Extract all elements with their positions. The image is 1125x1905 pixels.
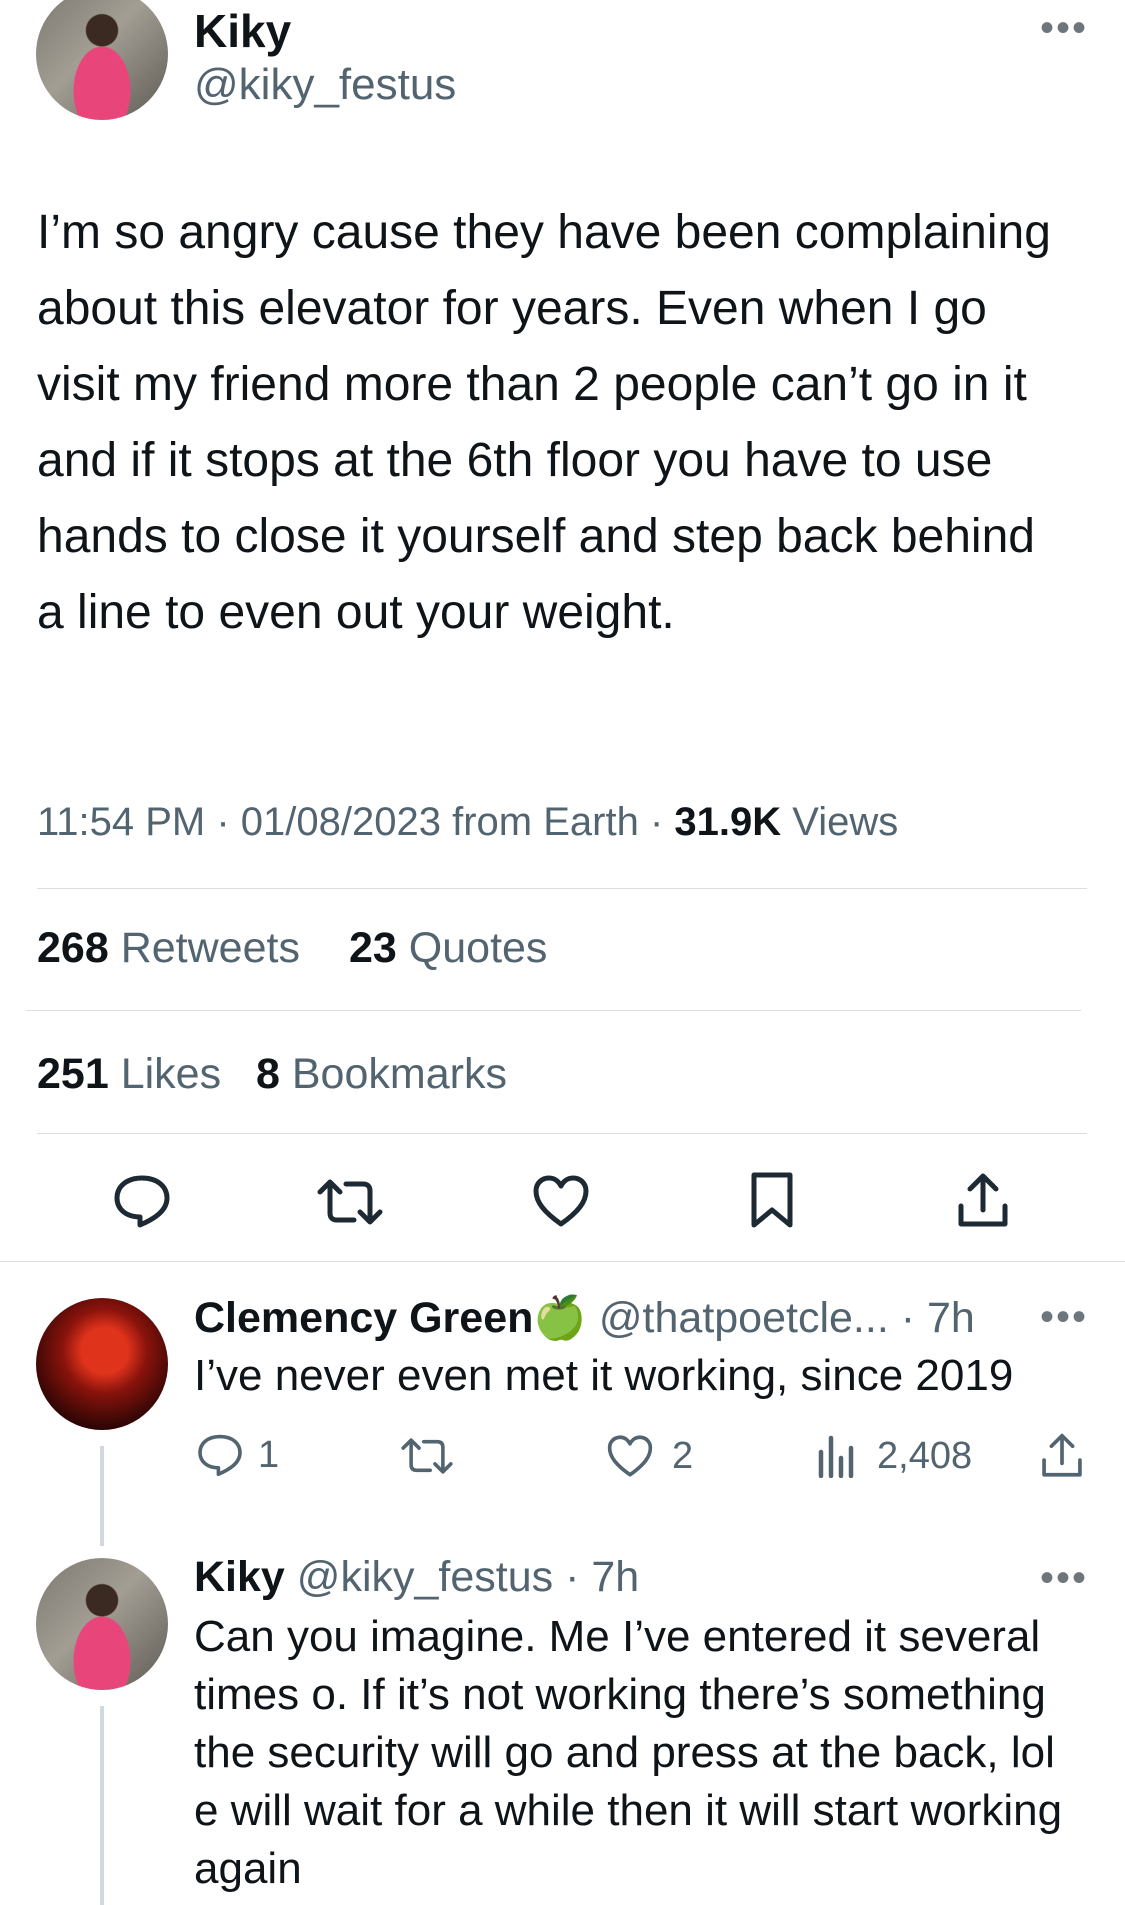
bookmarks-label: Bookmarks xyxy=(291,1050,507,1098)
reply-icon[interactable] xyxy=(112,1173,172,1229)
reply-time[interactable]: · 7h xyxy=(901,1294,975,1342)
verified-badge-icon: 🍏 xyxy=(533,1294,587,1342)
reply-text: Can you imagine. Me I’ve entered it seve… xyxy=(194,1612,1063,1893)
likes-label: Likes xyxy=(120,1050,222,1098)
tweet-date[interactable]: 01/08/2023 xyxy=(241,800,441,844)
tweet-meta: 11:54 PM · 01/08/2023 from Earth · 31.9K… xyxy=(37,800,899,844)
retweet-icon xyxy=(401,1438,453,1474)
divider xyxy=(37,888,1087,889)
reply-action-retweet[interactable] xyxy=(400,1436,454,1476)
divider xyxy=(37,1133,1087,1134)
reply-time[interactable]: · 7h xyxy=(565,1553,639,1601)
reply-author-name[interactable]: Clemency Green xyxy=(194,1294,533,1342)
bookmark-icon[interactable] xyxy=(749,1170,795,1230)
retweets-count: 268 xyxy=(37,924,109,972)
retweets-label: Retweets xyxy=(120,924,300,972)
reply-author-handle[interactable]: @thatpoetcle... xyxy=(599,1294,889,1342)
quotes-label: Quotes xyxy=(408,924,548,972)
views-label: Views xyxy=(792,800,899,844)
author-avatar[interactable] xyxy=(36,0,168,120)
thread-line xyxy=(100,1446,104,1546)
reply-action-reply[interactable]: 1 xyxy=(196,1432,279,1478)
more-options-icon[interactable]: ••• xyxy=(1040,1297,1088,1337)
like-icon xyxy=(607,1435,653,1477)
share-icon[interactable] xyxy=(956,1172,1010,1230)
author-name[interactable]: Kiky xyxy=(194,4,291,58)
quotes-count: 23 xyxy=(349,924,397,972)
reply-action-views[interactable]: 2,408 xyxy=(817,1434,972,1478)
reply-avatar[interactable] xyxy=(36,1558,168,1690)
reply-header: Kiky @kiky_festus · 7h xyxy=(194,1553,639,1602)
reply-avatar[interactable] xyxy=(36,1298,168,1430)
likes-stat[interactable]: 251 Likes xyxy=(37,1050,221,1099)
quotes-stat[interactable]: 23 Quotes xyxy=(349,924,547,973)
reply-icon xyxy=(198,1434,242,1476)
reply-action-like[interactable]: 2 xyxy=(606,1434,693,1478)
reply-text: I’ve never even met it working, since 20… xyxy=(194,1351,1014,1400)
reply-author-name[interactable]: Kiky xyxy=(194,1553,285,1601)
tweet-time[interactable]: 11:54 PM xyxy=(37,800,205,844)
views-icon xyxy=(818,1435,854,1478)
divider xyxy=(0,1261,1125,1262)
more-options-icon[interactable]: ••• xyxy=(1040,1558,1088,1598)
author-handle[interactable]: @kiky_festus xyxy=(194,60,456,110)
likes-count: 251 xyxy=(37,1050,109,1098)
more-options-icon[interactable]: ••• xyxy=(1040,8,1088,48)
reply-author-handle[interactable]: @kiky_festus xyxy=(297,1553,553,1601)
bookmarks-stat[interactable]: 8 Bookmarks xyxy=(256,1050,507,1099)
retweets-stat[interactable]: 268 Retweets xyxy=(37,924,300,973)
reply-action-share[interactable] xyxy=(1040,1432,1084,1480)
reply-header: Clemency Green🍏 @thatpoetcle... · 7h xyxy=(194,1293,975,1343)
share-icon xyxy=(1042,1433,1082,1477)
views-count: 31.9K xyxy=(674,800,782,844)
like-icon[interactable] xyxy=(532,1174,590,1228)
views-count: 2,408 xyxy=(877,1434,973,1477)
divider xyxy=(26,1010,1081,1011)
tweet-text: I’m so angry cause they have been compla… xyxy=(37,206,1051,639)
tweet-source: from Earth xyxy=(452,800,639,844)
bookmarks-count: 8 xyxy=(256,1050,280,1098)
thread-line xyxy=(100,1706,104,1905)
reply-count: 1 xyxy=(258,1433,280,1476)
retweet-icon[interactable] xyxy=(316,1177,384,1227)
like-count: 2 xyxy=(672,1434,694,1477)
